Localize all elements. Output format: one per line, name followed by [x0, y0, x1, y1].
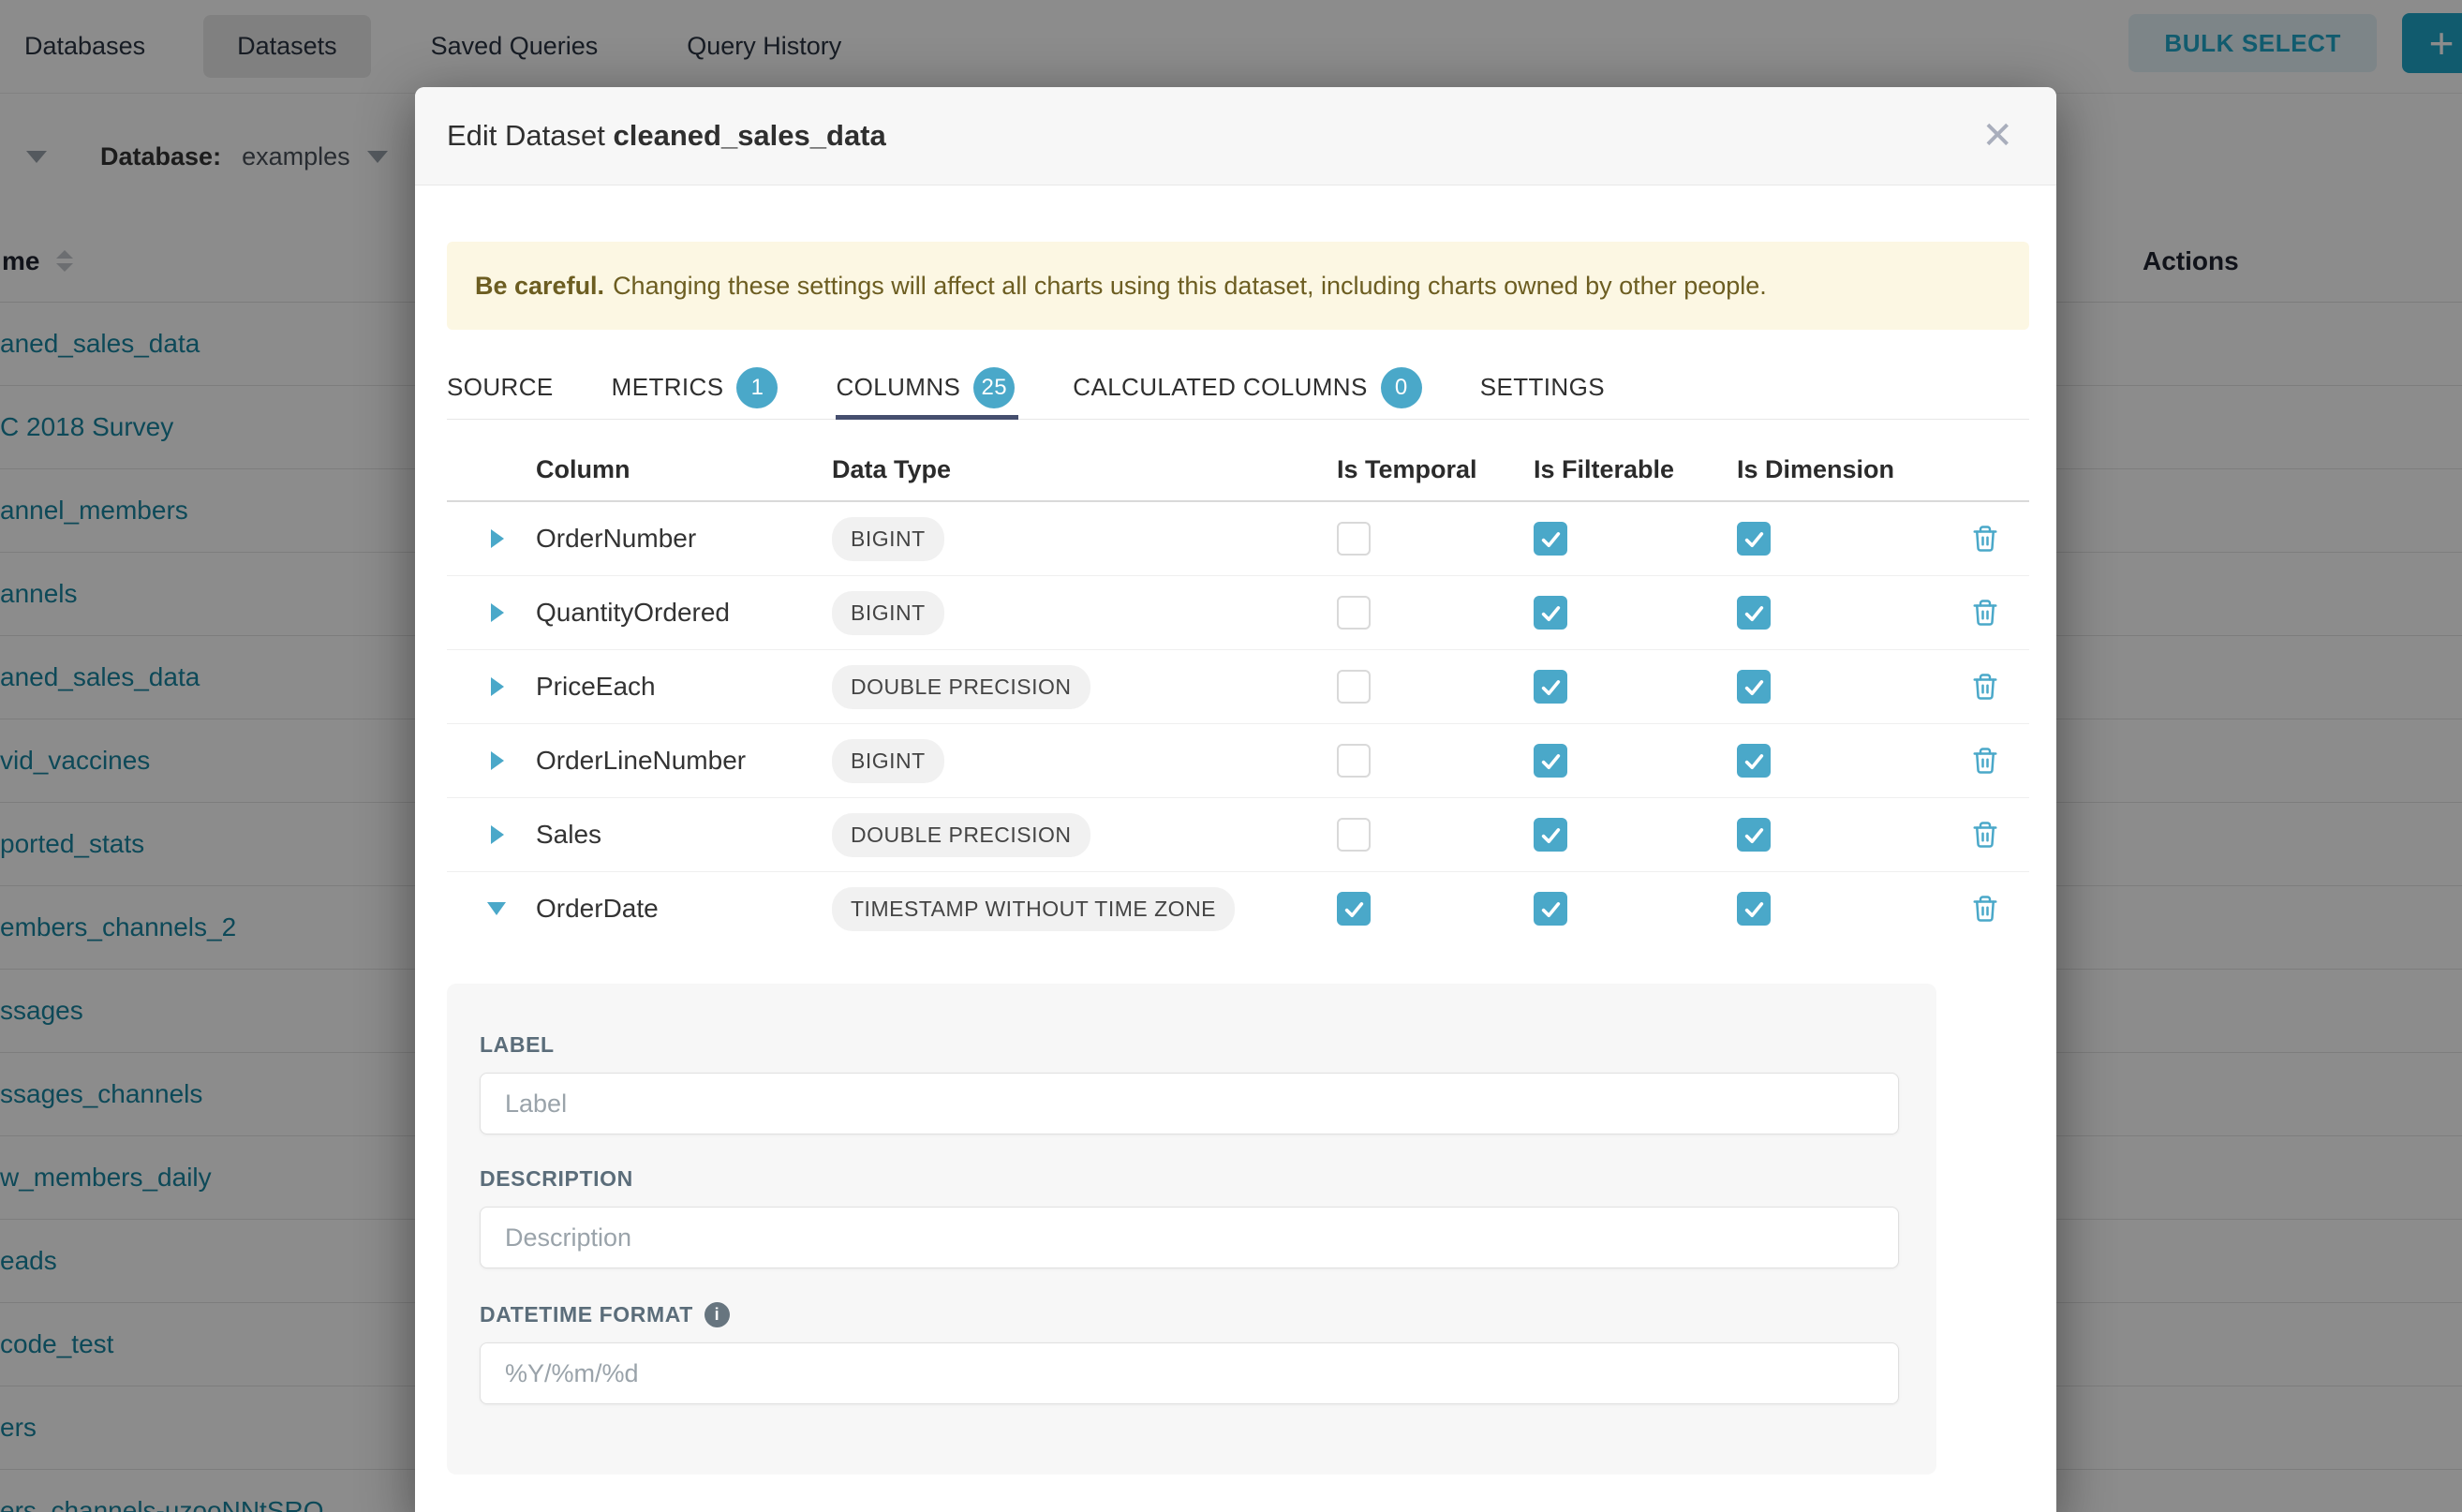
close-icon[interactable]: ✕ — [1981, 87, 2013, 185]
delete-column-icon[interactable] — [1971, 524, 1999, 554]
is-filterable-checkbox[interactable] — [1534, 596, 1567, 630]
column-detail-panel: LABEL DESCRIPTION DATETIME FORMAT i — [447, 984, 1936, 1475]
is-filterable-checkbox[interactable] — [1534, 670, 1567, 704]
label-input[interactable] — [480, 1073, 1899, 1134]
is-temporal-checkbox[interactable] — [1337, 744, 1371, 778]
data-type-pill: DOUBLE PRECISION — [832, 813, 1090, 857]
label-field-label-text: LABEL — [480, 1032, 555, 1058]
metrics-count-badge: 1 — [736, 367, 778, 408]
data-type-header: Data Type — [832, 455, 1337, 484]
is-filterable-checkbox[interactable] — [1534, 744, 1567, 778]
columns-table: Column Data Type Is Temporal Is Filterab… — [447, 438, 2029, 945]
table-row: PriceEach DOUBLE PRECISION — [447, 650, 2029, 724]
column-name: QuantityOrdered — [536, 598, 832, 628]
column-name: OrderDate — [536, 894, 832, 924]
warning-banner: Be careful. Changing these settings will… — [447, 242, 2029, 330]
calculated-columns-count-badge: 0 — [1381, 367, 1422, 408]
app-root: Databases Datasets Saved Queries Query H… — [0, 0, 2462, 1512]
is-filterable-header: Is Filterable — [1534, 455, 1737, 484]
column-name: OrderNumber — [536, 524, 832, 554]
is-dimension-checkbox[interactable] — [1737, 744, 1771, 778]
is-temporal-checkbox[interactable] — [1337, 522, 1371, 556]
tab-label: METRICS — [612, 373, 724, 402]
table-row: OrderNumber BIGINT — [447, 502, 2029, 576]
is-temporal-checkbox[interactable] — [1337, 892, 1371, 926]
column-header: Column — [536, 455, 832, 484]
is-filterable-checkbox[interactable] — [1534, 522, 1567, 556]
modal-title-dataset-name: cleaned_sales_data — [614, 119, 886, 152]
is-filterable-checkbox[interactable] — [1534, 892, 1567, 926]
warning-lead: Be careful. — [475, 272, 604, 301]
tab-columns[interactable]: COLUMNS 25 — [836, 356, 1015, 419]
table-row: OrderDate TIMESTAMP WITHOUT TIME ZONE — [447, 872, 2029, 945]
modal-header: Edit Dataset cleaned_sales_data ✕ — [415, 87, 2056, 185]
delete-column-icon[interactable] — [1971, 598, 1999, 628]
is-dimension-checkbox[interactable] — [1737, 596, 1771, 630]
tab-settings[interactable]: SETTINGS — [1480, 356, 1605, 419]
warning-text: Changing these settings will affect all … — [613, 272, 1767, 301]
modal-title: Edit Dataset cleaned_sales_data — [447, 119, 886, 153]
column-name: PriceEach — [536, 672, 832, 702]
edit-dataset-modal: Edit Dataset cleaned_sales_data ✕ Be car… — [415, 87, 2056, 1512]
info-icon[interactable]: i — [704, 1302, 730, 1327]
expand-caret-icon[interactable] — [491, 825, 504, 844]
label-field-label: LABEL — [480, 1032, 1899, 1058]
description-field-label-text: DESCRIPTION — [480, 1166, 633, 1192]
description-input[interactable] — [480, 1207, 1899, 1268]
datetime-format-input[interactable] — [480, 1342, 1899, 1404]
datetime-format-label-text: DATETIME FORMAT — [480, 1302, 693, 1327]
tab-calculated-columns[interactable]: CALCULATED COLUMNS 0 — [1073, 356, 1421, 419]
modal-body: Be careful. Changing these settings will… — [415, 242, 2056, 1475]
delete-column-icon[interactable] — [1971, 894, 1999, 924]
tab-label: SETTINGS — [1480, 373, 1605, 402]
is-dimension-header: Is Dimension — [1737, 455, 1960, 484]
modal-tabs: SOURCE METRICS 1 COLUMNS 25 CALCULATED C… — [447, 356, 2029, 420]
columns-table-header: Column Data Type Is Temporal Is Filterab… — [447, 438, 2029, 502]
column-name: OrderLineNumber — [536, 746, 832, 776]
tab-label: COLUMNS — [836, 373, 960, 402]
data-type-pill: BIGINT — [832, 517, 944, 561]
table-row: OrderLineNumber BIGINT — [447, 724, 2029, 798]
is-temporal-checkbox[interactable] — [1337, 818, 1371, 852]
is-dimension-checkbox[interactable] — [1737, 892, 1771, 926]
is-temporal-header: Is Temporal — [1337, 455, 1534, 484]
delete-column-icon[interactable] — [1971, 820, 1999, 850]
is-temporal-checkbox[interactable] — [1337, 596, 1371, 630]
tab-metrics[interactable]: METRICS 1 — [612, 356, 779, 419]
data-type-pill: BIGINT — [832, 739, 944, 783]
expand-caret-icon[interactable] — [491, 677, 504, 696]
description-field-label: DESCRIPTION — [480, 1166, 1899, 1192]
delete-column-icon[interactable] — [1971, 746, 1999, 776]
table-row: QuantityOrdered BIGINT — [447, 576, 2029, 650]
tab-label: CALCULATED COLUMNS — [1073, 373, 1367, 402]
expand-caret-icon[interactable] — [491, 603, 504, 622]
tab-source[interactable]: SOURCE — [447, 356, 554, 419]
datetime-format-field-label: DATETIME FORMAT i — [480, 1302, 1899, 1327]
data-type-pill: BIGINT — [832, 591, 944, 635]
is-temporal-checkbox[interactable] — [1337, 670, 1371, 704]
is-dimension-checkbox[interactable] — [1737, 818, 1771, 852]
modal-title-prefix: Edit Dataset — [447, 119, 605, 152]
data-type-pill: TIMESTAMP WITHOUT TIME ZONE — [832, 887, 1235, 931]
is-filterable-checkbox[interactable] — [1534, 818, 1567, 852]
is-dimension-checkbox[interactable] — [1737, 522, 1771, 556]
expand-caret-icon[interactable] — [487, 902, 506, 915]
table-row: Sales DOUBLE PRECISION — [447, 798, 2029, 872]
delete-column-icon[interactable] — [1971, 672, 1999, 702]
data-type-pill: DOUBLE PRECISION — [832, 665, 1090, 709]
is-dimension-checkbox[interactable] — [1737, 670, 1771, 704]
tab-label: SOURCE — [447, 373, 554, 402]
expand-caret-icon[interactable] — [491, 529, 504, 548]
expand-caret-icon[interactable] — [491, 751, 504, 770]
columns-count-badge: 25 — [973, 367, 1015, 408]
column-name: Sales — [536, 820, 832, 850]
